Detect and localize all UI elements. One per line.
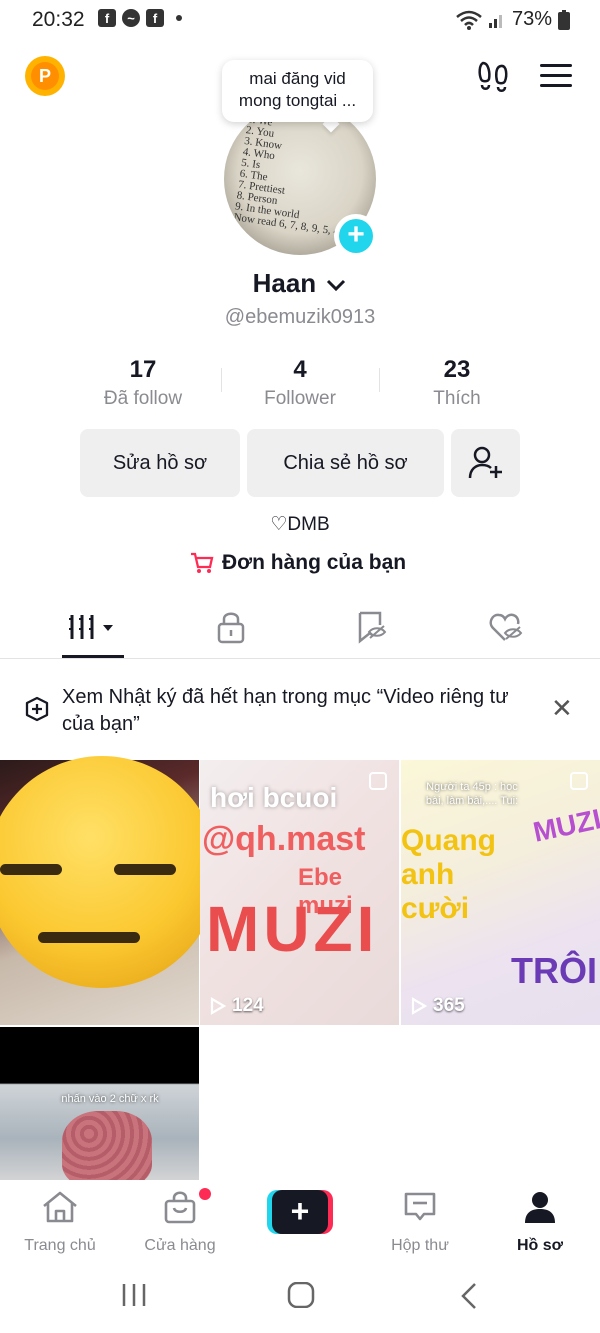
video-thumbnail[interactable]: nhấn vào 2 chữ x rk (0, 1027, 199, 1187)
view-count: 124 (210, 995, 264, 1017)
view-count: 365 (411, 995, 465, 1017)
video-caption: nhấn vào 2 chữ x rk (61, 1093, 159, 1105)
create-button[interactable]: + (267, 1190, 333, 1234)
coin-icon[interactable]: P (25, 56, 65, 96)
play-icon (210, 997, 226, 1015)
active-tab-indicator (62, 655, 124, 658)
thumbnail-art: Quang anh cười (401, 824, 496, 925)
facebook-icon: f (98, 9, 116, 27)
tab-private[interactable] (201, 603, 261, 651)
status-right: 73% (456, 8, 570, 31)
edit-profile-button[interactable]: Sửa hồ sơ (80, 429, 240, 497)
notice-text: Xem Nhật ký đã hết hạn trong mục “Video … (62, 686, 509, 735)
bookmark-hidden-icon (358, 611, 387, 644)
cart-icon (191, 552, 214, 573)
battery-percent: 73% (511, 8, 552, 30)
share-profile-button[interactable]: Chia sẻ hồ sơ (247, 429, 444, 497)
profile-name[interactable]: Haan (0, 268, 600, 299)
video-thumbnail[interactable]: Người ta 45p : học bài, làm bài,.... Tui… (401, 760, 600, 1025)
tab-liked[interactable] (477, 603, 537, 651)
stat-following[interactable]: 17 Đã follow (63, 356, 223, 410)
tab-saved[interactable] (341, 603, 401, 651)
nav-home[interactable]: Trang chủ (0, 1190, 120, 1255)
recent-apps-icon[interactable] (120, 1282, 148, 1308)
stat-likes[interactable]: 23 Thích (377, 356, 537, 410)
notification-icons: f ~ f (98, 9, 182, 27)
thumbnail-art: MUZI (206, 893, 379, 965)
play-icon (411, 997, 427, 1015)
expired-stories-notice[interactable]: Xem Nhật ký đã hết hạn trong mục “Video … (0, 668, 600, 748)
more-notifications-icon (176, 15, 182, 21)
tab-divider (0, 658, 600, 659)
multi-photo-icon (570, 772, 588, 790)
plus-icon: + (272, 1190, 328, 1234)
messenger-icon: ~ (122, 9, 140, 27)
note-bubble[interactable]: mai đăng vid mong tongtai ... (222, 60, 373, 122)
nav-inbox[interactable]: Hộp thư (360, 1190, 480, 1255)
home-button-icon[interactable] (287, 1282, 315, 1308)
crochet-strawberry (62, 1111, 152, 1187)
video-caption: Người ta 45p : học bài, làm bài,.... Tui… (425, 781, 519, 807)
video-thumbnail[interactable]: hơi bcuoi @qh.mast Ebe muzi MUZI 124 (200, 760, 399, 1025)
footprints-icon[interactable] (478, 60, 510, 94)
profile-handle: @ebemuzik0913 (224, 306, 376, 328)
profile-icon (525, 1192, 555, 1223)
add-user-icon (468, 446, 502, 479)
thumbnail-art: @qh.mast (202, 820, 366, 858)
thumbnail-art: MUZI (530, 803, 600, 848)
add-story-button[interactable]: + (334, 214, 378, 258)
videos-grid-icon (69, 615, 113, 639)
nav-shop[interactable]: Cửa hàng (120, 1190, 240, 1255)
avatar-photo-text: 1. We 2. You 3. Know 4. Who 5. Is 6. The… (232, 113, 340, 238)
android-navigation-bar (0, 1262, 600, 1333)
signal-icon (488, 14, 502, 28)
profile-bio: ♡DMB (270, 514, 330, 535)
shop-notification-dot (199, 1188, 211, 1200)
menu-icon[interactable] (540, 64, 572, 90)
facebook-icon: f (146, 9, 164, 27)
chevron-down-icon (327, 280, 346, 292)
nav-profile[interactable]: Hồ sơ (480, 1190, 600, 1255)
shopping-bag-icon (164, 1191, 196, 1224)
multi-photo-icon (369, 772, 387, 790)
your-orders-link[interactable]: Đơn hàng của bạn (190, 551, 406, 575)
inbox-icon (404, 1192, 436, 1221)
lock-icon (217, 612, 245, 644)
close-icon[interactable]: ✕ (551, 695, 573, 721)
heart-hidden-icon (489, 613, 523, 641)
stat-followers[interactable]: 4 Follower (220, 356, 380, 410)
add-friend-button[interactable] (451, 429, 520, 497)
wifi-icon (456, 10, 482, 30)
thumbnail-art: TRÔI (511, 950, 597, 991)
status-time: 20:32 (32, 8, 85, 31)
tab-videos[interactable] (63, 603, 123, 651)
story-plus-icon (25, 696, 49, 722)
status-bar: 20:32 f ~ f 73% (0, 0, 600, 42)
video-caption: hơi bcuoi (210, 782, 338, 813)
back-icon[interactable] (458, 1282, 482, 1310)
home-icon (43, 1191, 77, 1223)
battery-icon (558, 9, 570, 30)
